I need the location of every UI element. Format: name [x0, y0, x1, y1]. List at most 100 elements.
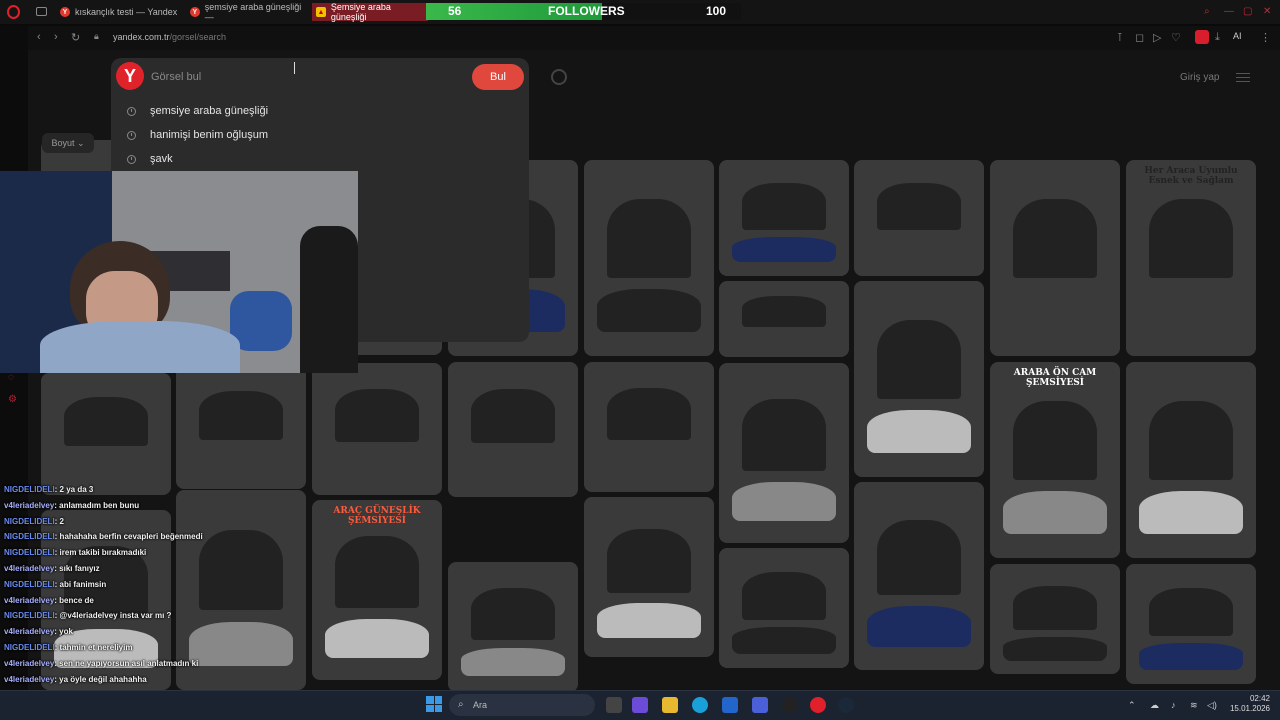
snapshot-icon[interactable]: ◻	[1135, 31, 1144, 44]
store-icon[interactable]	[722, 697, 738, 713]
image-result[interactable]	[854, 482, 984, 670]
image-result[interactable]	[719, 363, 849, 543]
followers-goal: 100	[706, 4, 727, 18]
volume-icon[interactable]: ◁)	[1207, 700, 1217, 711]
car-shape	[1139, 643, 1243, 670]
mic-icon[interactable]: ♪	[1171, 700, 1176, 710]
suggestion-item[interactable]: şemsiye araba güneşliği	[127, 102, 268, 120]
chat-text: : anlamadım ben bunu	[54, 500, 140, 510]
maximize-icon[interactable]: ▢	[1243, 6, 1252, 17]
umbrella-shade	[199, 391, 283, 441]
image-result[interactable]	[448, 562, 578, 690]
chat-message: NIGDELIDELI: abi fanimsin	[0, 577, 230, 593]
opera-taskbar-icon[interactable]	[810, 697, 826, 713]
forward-icon[interactable]: ›	[54, 31, 58, 43]
tray-chevron-icon[interactable]: ⌃	[1128, 700, 1136, 711]
task-view-icon[interactable]	[606, 697, 622, 713]
reload-icon[interactable]: ↻	[71, 31, 80, 44]
image-result[interactable]	[719, 548, 849, 668]
history-icon	[127, 130, 136, 140]
chat-text: : bence de	[54, 595, 94, 605]
settings-sidebar-icon[interactable]: ⚙	[8, 394, 17, 405]
wifi-icon[interactable]: ≋	[1190, 700, 1198, 711]
umbrella-shade	[877, 320, 961, 399]
filter-size[interactable]: Boyut ⌄	[42, 133, 94, 153]
chat-sidebar-icon[interactable]: ◌	[8, 372, 14, 383]
yandex-logo-icon[interactable]: Y	[116, 62, 144, 90]
image-result[interactable]	[312, 363, 442, 495]
tab-list-icon[interactable]	[36, 7, 47, 16]
car-shape	[732, 481, 836, 522]
chat-text: : yok	[54, 627, 73, 637]
umbrella-shade	[335, 536, 419, 608]
umbrella-shade	[607, 388, 691, 440]
suggestion-item[interactable]: şavk	[127, 150, 173, 168]
image-result[interactable]: ARABA ÖN CAM ŞEMSİYESİ	[990, 362, 1120, 558]
image-result[interactable]	[584, 160, 714, 356]
player-icon[interactable]: ▷	[1153, 31, 1161, 44]
umbrella-shade	[742, 183, 826, 230]
image-result[interactable]	[990, 160, 1120, 356]
image-result[interactable]	[719, 281, 849, 357]
menu-icon[interactable]	[1236, 73, 1250, 82]
history-icon	[127, 106, 136, 116]
url-text[interactable]: yandex.com.tr/gorsel/search	[113, 32, 226, 42]
image-result[interactable]	[854, 160, 984, 276]
car-shape	[1003, 491, 1107, 535]
chat-text: : abi fanimsin	[54, 579, 107, 589]
app-icon[interactable]	[752, 697, 768, 713]
search-button[interactable]: Bul	[472, 64, 524, 90]
search-input[interactable]	[151, 68, 451, 86]
chat-username: NIGDELIDELI	[4, 642, 55, 652]
login-link[interactable]: Giriş yap	[1180, 72, 1219, 83]
copilot-icon[interactable]	[632, 697, 648, 713]
image-result[interactable]	[584, 497, 714, 657]
chat-message: NIGDELIDELI: @v4leriadelvey insta var mı…	[0, 608, 230, 624]
tab-semsiye[interactable]: Yşemsiye araba güneşliği —	[186, 2, 310, 22]
umbrella-shade	[471, 588, 555, 640]
download-icon[interactable]: ⤓	[1215, 31, 1220, 44]
heart-icon[interactable]: ♡	[1171, 31, 1181, 44]
ai-button[interactable]: AI	[1233, 31, 1242, 41]
chat-message: v4leriadelvey: ya öyle değil ahahahha	[0, 672, 230, 688]
search-tabs-icon[interactable]: ⌕	[1204, 6, 1210, 17]
image-result[interactable]	[448, 362, 578, 497]
search-icon: ⌕	[458, 699, 464, 710]
image-result[interactable]	[584, 362, 714, 492]
image-result[interactable]	[990, 564, 1120, 674]
chat-message: NIGDELIDELI: 2 ya da 3	[0, 482, 230, 498]
followers-goal-bar: 56 FOLLOWERS 100	[426, 3, 741, 20]
edge-icon[interactable]	[692, 697, 708, 713]
tab-semsiye-active[interactable]: ▲ Şemsiye araba güneşliği	[312, 2, 428, 22]
umbrella-shade	[742, 296, 826, 327]
taskbar-search[interactable]: ⌕ Ara	[449, 694, 595, 716]
car-shape	[597, 602, 701, 638]
suggestion-item[interactable]: hanimişi benim oğluşum	[127, 126, 268, 144]
turkey-flag-icon[interactable]	[1195, 30, 1209, 44]
chat-text: : hahahaha berfin cevapleri beğenmedi	[54, 532, 203, 542]
back-icon[interactable]: ‹	[37, 31, 41, 43]
image-result[interactable]: Her Araca Uyumlu Esnek ve Sağlam	[1126, 160, 1256, 356]
windows-start-icon[interactable]	[426, 696, 442, 712]
text-cursor	[294, 62, 295, 74]
image-result[interactable]: ARAÇ GÜNEŞLİK ŞEMSİYESİ	[312, 500, 442, 680]
minimize-icon[interactable]: —	[1224, 6, 1234, 17]
chat-text: : irem takibi bırakmadıki	[54, 548, 147, 558]
image-result[interactable]	[1126, 362, 1256, 558]
more-icon[interactable]: ⋮	[1260, 31, 1271, 44]
clock[interactable]: 02:42 15.01.2026	[1222, 694, 1270, 714]
obs-icon[interactable]	[782, 697, 798, 713]
tab-kiskanclik[interactable]: Ykıskançlık testi — Yandex	[56, 3, 184, 21]
image-result[interactable]	[719, 160, 849, 276]
chat-text: : 2	[54, 516, 65, 526]
image-result[interactable]	[1126, 564, 1256, 684]
steam-icon[interactable]	[838, 697, 854, 713]
network-icon[interactable]: ☁	[1150, 700, 1159, 711]
camera-search-icon[interactable]	[551, 69, 567, 85]
file-explorer-icon[interactable]	[662, 697, 678, 713]
opera-menu-icon[interactable]	[7, 5, 20, 19]
image-caption: ARABA ÖN CAM ŞEMSİYESİ	[1013, 368, 1097, 388]
close-icon[interactable]: ✕	[1263, 6, 1271, 17]
image-result[interactable]	[854, 281, 984, 477]
pin-icon[interactable]: ⊺	[1117, 31, 1123, 44]
